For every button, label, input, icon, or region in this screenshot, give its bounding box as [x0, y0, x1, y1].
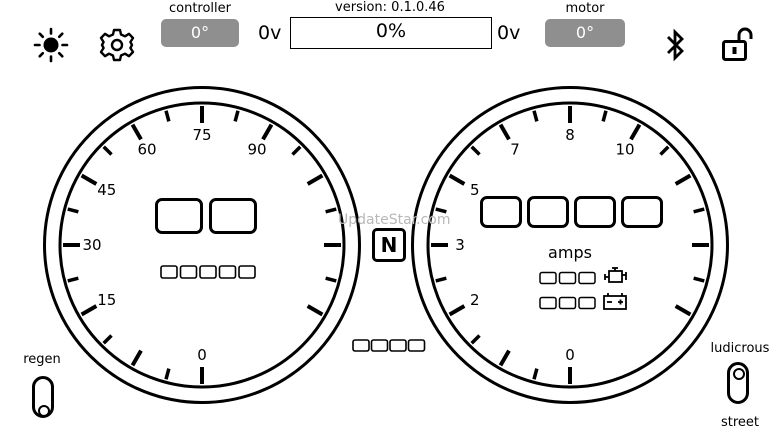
progress-text: 0%: [375, 20, 407, 42]
speed-tick-label: 90: [247, 141, 266, 159]
controller-temperature: 0°: [161, 19, 239, 47]
battery-voltage-readout: [539, 295, 599, 314]
amps-tick-label: 8: [565, 126, 575, 144]
ludicrous-label: ludicrous: [710, 341, 770, 356]
amps-digit-box-2: [527, 196, 569, 228]
amps-tick-label: 7: [510, 141, 520, 159]
speed-tick-label: 60: [137, 141, 156, 159]
regen-label: regen: [23, 352, 61, 367]
battery-icon: [602, 291, 628, 315]
odometer-display: [160, 264, 258, 284]
regen-toggle-knob: [38, 405, 50, 417]
speed-digit-box-1: [155, 198, 203, 234]
speed-gauge: 0 15 30 45 60 75 90: [40, 83, 364, 407]
speed-tick-label: 75: [192, 126, 211, 144]
brightness-icon[interactable]: [33, 27, 69, 63]
amps-tick-label: 0: [565, 346, 575, 364]
amps-digit-box-3: [574, 196, 616, 228]
amps-tick-label: 2: [470, 291, 480, 309]
regen-toggle[interactable]: [32, 376, 54, 418]
engine-icon: [602, 266, 628, 290]
trip-display: [352, 338, 428, 357]
mode-toggle[interactable]: [727, 362, 749, 404]
motor-temp-readout: [539, 270, 599, 289]
speed-tick-label: 0: [197, 346, 207, 364]
amps-tick-label: 5: [470, 181, 480, 199]
watermark-text: UpdateStar.com: [338, 212, 451, 228]
left-voltage: 0v: [258, 22, 282, 44]
version-label: version: 0.1.0.46: [335, 0, 445, 15]
amps-digit-box-4: [621, 196, 663, 228]
motor-label: motor: [565, 1, 605, 16]
gear-icon[interactable]: [99, 27, 135, 63]
amps-unit-label: amps: [548, 243, 592, 262]
speed-tick-label: 45: [97, 181, 116, 199]
mode-toggle-knob: [733, 368, 745, 380]
amps-tick-label: 10: [615, 141, 634, 159]
bluetooth-icon[interactable]: [661, 27, 689, 63]
unlock-icon[interactable]: [720, 25, 756, 63]
speed-digit-box-2: [209, 198, 257, 234]
controller-label: controller: [168, 1, 232, 16]
gear-indicator: N: [372, 228, 406, 262]
speed-tick-label: 15: [97, 291, 116, 309]
amps-tick-label: 3: [455, 236, 465, 254]
speed-tick-label: 30: [82, 236, 101, 254]
motor-temperature: 0°: [545, 19, 625, 47]
progress-bar: 0%: [290, 17, 492, 49]
right-voltage: 0v: [497, 22, 521, 44]
amps-digit-box-1: [480, 196, 522, 228]
street-label: street: [720, 415, 760, 430]
